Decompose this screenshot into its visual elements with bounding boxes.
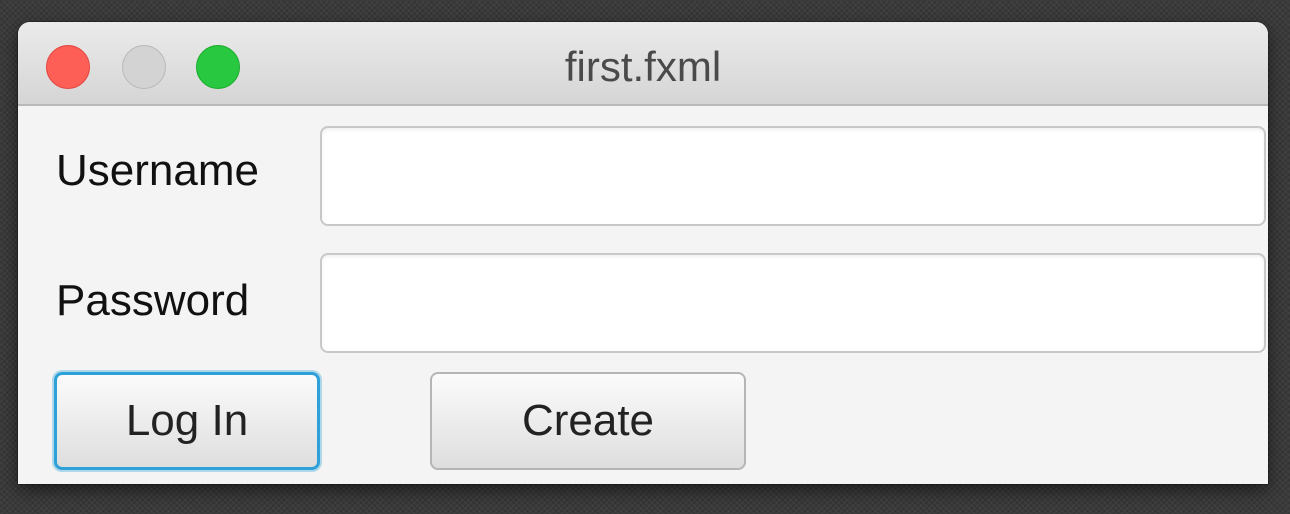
username-label: Username xyxy=(56,146,259,195)
password-label: Password xyxy=(56,276,250,325)
login-button[interactable]: Log In xyxy=(54,372,320,470)
login-form: Username Password Log In Create xyxy=(18,106,1268,484)
window-title: first.fxml xyxy=(564,43,722,90)
app-window: first.fxml Username Password Log In Crea… xyxy=(18,22,1268,484)
password-input[interactable] xyxy=(320,253,1266,353)
title-bar[interactable]: first.fxml xyxy=(18,22,1268,106)
create-button[interactable]: Create xyxy=(430,372,746,470)
username-input[interactable] xyxy=(320,126,1266,226)
